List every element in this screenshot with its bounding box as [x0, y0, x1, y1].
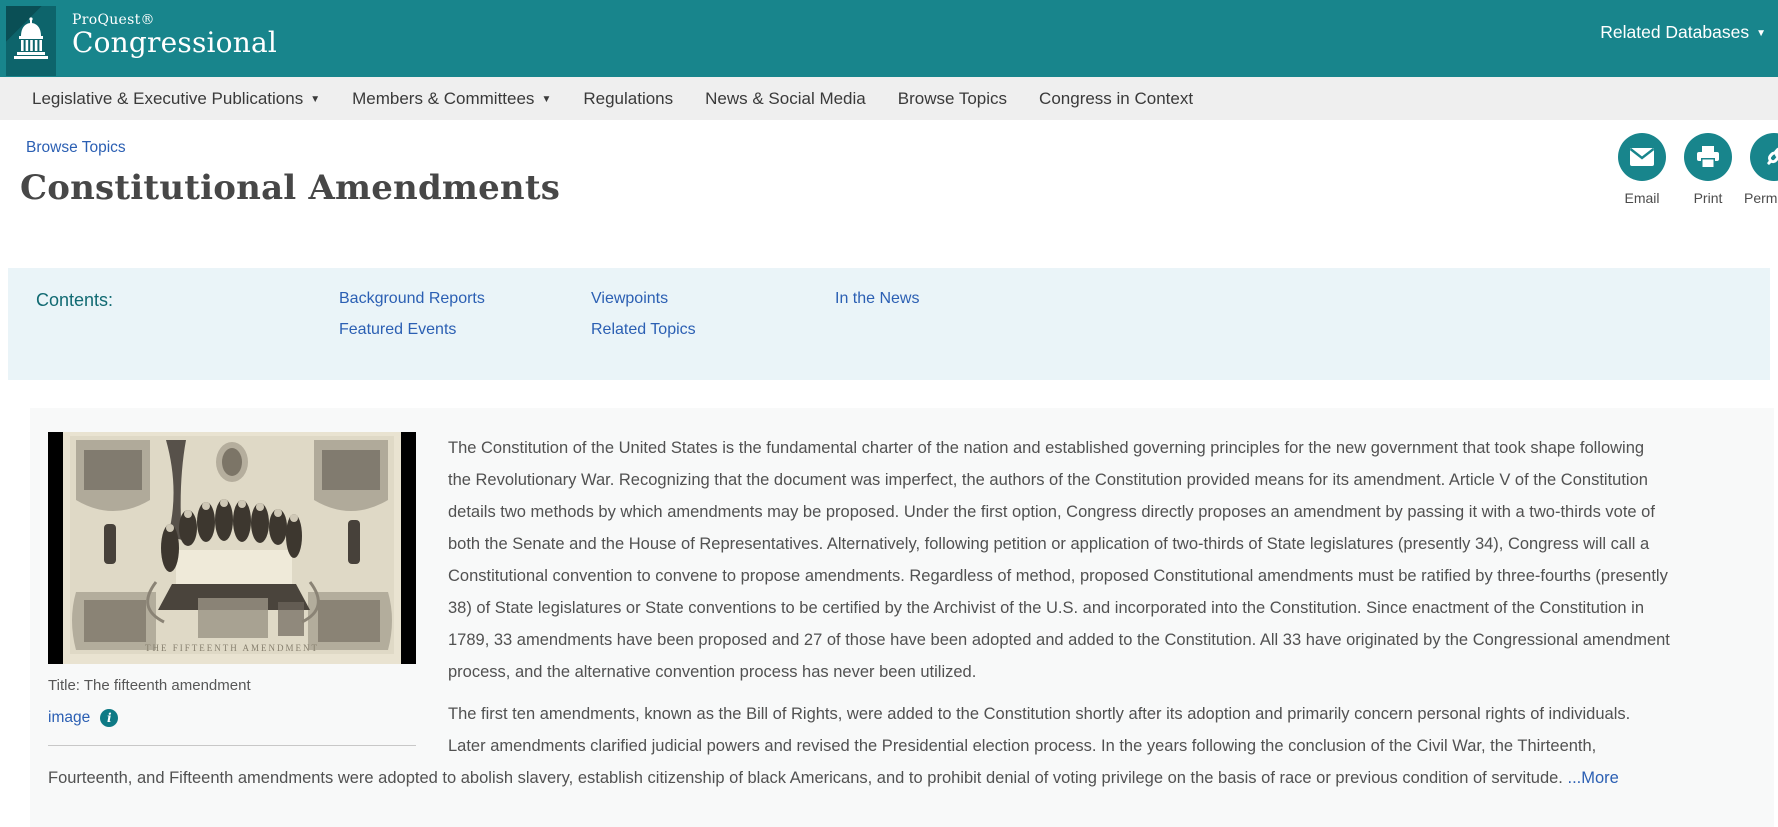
nav-item-regulations[interactable]: Regulations — [567, 89, 689, 109]
nav-item-label: Congress in Context — [1039, 88, 1194, 108]
nav-item-congress-in-context[interactable]: Congress in Context — [1023, 89, 1209, 109]
page-title: Constitutional Amendments — [20, 168, 561, 208]
contents-link-background-reports[interactable]: Background Reports — [339, 289, 485, 308]
more-link[interactable]: ...More — [1567, 769, 1618, 787]
capitol-icon — [13, 16, 49, 67]
nav-item-label: Browse Topics — [897, 88, 1008, 108]
figure-caption: Title: The fifteenth amendment — [48, 677, 251, 694]
action-label: Permalink — [1744, 190, 1778, 206]
brand-wordmark: ProQuest® Congressional — [72, 12, 277, 58]
chevron-down-icon: ▼ — [310, 93, 321, 105]
contents-link-in-the-news[interactable]: In the News — [835, 289, 919, 308]
print-icon — [1684, 133, 1732, 181]
print-button[interactable]: Print — [1678, 133, 1738, 206]
image-link[interactable]: image — [48, 707, 90, 729]
contents-column-2: Viewpoints Related Topics — [591, 289, 696, 339]
main-nav: Legislative & Executive Publications ▼ M… — [0, 77, 1778, 120]
app-header: ProQuest® Congressional Related Database… — [0, 0, 1778, 77]
fifteenth-amendment-image[interactable]: THE FIFTEENTH AMENDMENT — [48, 432, 416, 664]
email-icon — [1618, 133, 1666, 181]
contents-band: Contents: Background Reports Featured Ev… — [8, 268, 1770, 380]
nav-item-members-committees[interactable]: Members & Committees ▼ — [336, 89, 567, 109]
brand-congressional: Congressional — [72, 26, 278, 59]
contents-label: Contents: — [36, 290, 114, 310]
permalink-icon — [1750, 133, 1778, 181]
contents-column-3: In the News — [835, 289, 919, 308]
info-icon[interactable]: i — [100, 709, 119, 727]
nav-item-label: Members & Committees — [352, 88, 535, 108]
contents-link-viewpoints[interactable]: Viewpoints — [591, 289, 696, 308]
related-databases-menu[interactable]: Related Databases ▼ — [1600, 22, 1766, 43]
email-button[interactable]: Email — [1612, 133, 1672, 206]
related-databases-label: Related Databases — [1600, 22, 1750, 42]
chevron-down-icon: ▼ — [541, 93, 552, 105]
proquest-logo[interactable] — [6, 6, 56, 76]
nav-item-news-social-media[interactable]: News & Social Media — [689, 89, 882, 109]
topic-overview-card: THE FIFTEENTH AMENDMENT Title: The fifte… — [30, 408, 1774, 827]
contents-column-1: Background Reports Featured Events — [339, 289, 485, 339]
figure-divider — [48, 745, 416, 746]
breadcrumb-browse-topics[interactable]: Browse Topics — [26, 139, 126, 157]
nav-item-label: Regulations — [583, 88, 674, 108]
nav-item-label: News & Social Media — [705, 88, 866, 108]
nav-item-label: Legislative & Executive Publications — [32, 88, 304, 108]
permalink-button[interactable]: Permalink — [1744, 133, 1778, 206]
print-title-text: THE FIFTEENTH AMENDMENT — [145, 643, 319, 653]
contents-link-featured-events[interactable]: Featured Events — [339, 320, 485, 339]
nav-item-legislative-executive-publications[interactable]: Legislative & Executive Publications ▼ — [16, 89, 336, 109]
chevron-down-icon: ▼ — [1756, 27, 1766, 39]
contents-link-related-topics[interactable]: Related Topics — [591, 320, 696, 339]
nav-item-browse-topics[interactable]: Browse Topics — [882, 89, 1023, 109]
topic-figure: THE FIFTEENTH AMENDMENT Title: The fifte… — [48, 432, 416, 746]
action-label: Print — [1693, 190, 1723, 206]
action-label: Email — [1624, 190, 1660, 206]
